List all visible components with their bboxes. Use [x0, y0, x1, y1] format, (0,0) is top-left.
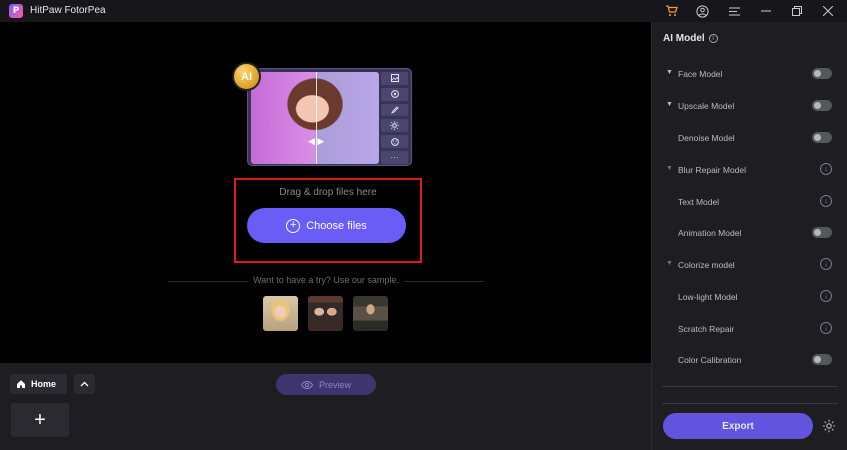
- drop-instructions: Drag & drop files here: [279, 187, 377, 198]
- home-label: Home: [31, 379, 57, 389]
- model-row[interactable]: ▼ Upscale Model: [652, 97, 847, 117]
- model-label: Blur Repair Model: [678, 165, 747, 175]
- chevron-down-icon[interactable]: ▼: [666, 101, 673, 108]
- home-button[interactable]: Home: [10, 374, 67, 394]
- model-label: Face Model: [678, 69, 723, 79]
- ai-model-panel: AI Model i ▼ Face Model ▼ Upscale Model Deno…: [651, 22, 847, 450]
- chevron-up-icon: [80, 381, 89, 387]
- panel-title-text: AI Model: [663, 33, 705, 44]
- compare-divider: [316, 72, 317, 164]
- download-icon[interactable]: ↓: [820, 258, 832, 270]
- app-logo-icon: P: [9, 4, 23, 18]
- model-row[interactable]: ▼ Colorize model ↓: [652, 256, 847, 276]
- sun-icon: [381, 119, 408, 133]
- model-row[interactable]: Animation Model: [652, 224, 847, 244]
- user-icon[interactable]: [694, 3, 710, 19]
- preview-tool-column: ···: [381, 72, 408, 164]
- panel-divider: [662, 386, 838, 387]
- model-toggle[interactable]: [812, 227, 832, 238]
- title-bar: P HitPaw FotorPea: [0, 0, 847, 22]
- chevron-down-icon[interactable]: ▼: [666, 69, 673, 76]
- choose-files-button[interactable]: + Choose files: [247, 208, 406, 243]
- choose-files-label: Choose files: [306, 219, 367, 232]
- brush-icon: [381, 103, 408, 117]
- preview-label: Preview: [318, 379, 351, 390]
- restore-icon[interactable]: [789, 3, 805, 19]
- settings-gear-icon[interactable]: [821, 418, 837, 434]
- model-label: Text Model: [678, 197, 720, 207]
- model-label: Scratch Repair: [678, 324, 735, 334]
- app-logo-letter: P: [12, 6, 20, 16]
- image-icon: [381, 72, 408, 85]
- download-icon[interactable]: ↓: [820, 163, 832, 175]
- drop-zone[interactable]: Drag & drop files here + Choose files: [234, 178, 422, 263]
- preview-button[interactable]: Preview: [276, 374, 376, 395]
- main-canvas: ◀ ▶ ··· AI Drag & drop files here + Choo…: [0, 22, 651, 363]
- panel-divider-bottom: [662, 403, 838, 404]
- sample-thumbnail-1[interactable]: [263, 296, 298, 331]
- model-toggle[interactable]: [812, 354, 832, 365]
- menu-icon[interactable]: [726, 3, 742, 19]
- compare-arrows-icon: ◀ ▶: [308, 136, 325, 146]
- model-row[interactable]: Text Model ↓: [652, 193, 847, 213]
- plus-circle-icon: +: [286, 218, 301, 233]
- model-row[interactable]: Color Calibration: [652, 351, 847, 371]
- model-row[interactable]: Low-light Model ↓: [652, 288, 847, 308]
- model-toggle[interactable]: [812, 100, 832, 111]
- cart-icon[interactable]: [663, 3, 679, 19]
- eye-icon: [300, 380, 313, 389]
- sample-preview-card: ◀ ▶ ···: [247, 68, 412, 166]
- bottom-bar: Home + Preview: [0, 363, 651, 450]
- portrait-image: [251, 72, 379, 164]
- model-row[interactable]: ▼ Face Model: [652, 65, 847, 85]
- minimize-icon[interactable]: [758, 3, 774, 19]
- model-label: Low-light Model: [678, 292, 738, 302]
- app-title: HitPaw FotorPea: [30, 5, 106, 16]
- ai-badge: AI: [232, 62, 261, 91]
- model-toggle[interactable]: [812, 132, 832, 143]
- sample-prompt-row: Want to have a try? Use our sample.: [168, 275, 484, 289]
- chevron-down-icon[interactable]: ▼: [666, 260, 673, 267]
- more-icon: ···: [381, 151, 408, 164]
- download-icon[interactable]: ↓: [820, 290, 832, 302]
- model-row[interactable]: Scratch Repair ↓: [652, 320, 847, 340]
- download-icon[interactable]: ↓: [820, 195, 832, 207]
- close-icon[interactable]: [820, 3, 836, 19]
- add-file-button[interactable]: +: [11, 403, 69, 437]
- home-icon: [17, 380, 25, 388]
- model-toggle[interactable]: [812, 68, 832, 79]
- export-button[interactable]: Export: [663, 413, 813, 439]
- chevron-down-icon[interactable]: ▼: [666, 165, 673, 172]
- sample-prompt-text: Want to have a try? Use our sample.: [253, 275, 399, 285]
- download-icon[interactable]: ↓: [820, 322, 832, 334]
- model-label: Upscale Model: [678, 101, 735, 111]
- info-icon[interactable]: i: [708, 34, 718, 43]
- target-icon: [381, 87, 408, 101]
- expand-up-button[interactable]: [74, 374, 95, 394]
- model-label: Color Calibration: [678, 355, 742, 365]
- panel-title: AI Model i: [663, 33, 718, 44]
- model-label: Denoise Model: [678, 133, 735, 143]
- sample-thumbnail-2[interactable]: [308, 296, 343, 331]
- sample-thumbnail-3[interactable]: [353, 296, 388, 331]
- model-label: Animation Model: [678, 228, 742, 238]
- palette-icon: [381, 135, 408, 149]
- model-row[interactable]: ▼ Blur Repair Model ↓: [652, 161, 847, 181]
- model-label: Colorize model: [678, 260, 735, 270]
- model-row[interactable]: Denoise Model: [652, 129, 847, 149]
